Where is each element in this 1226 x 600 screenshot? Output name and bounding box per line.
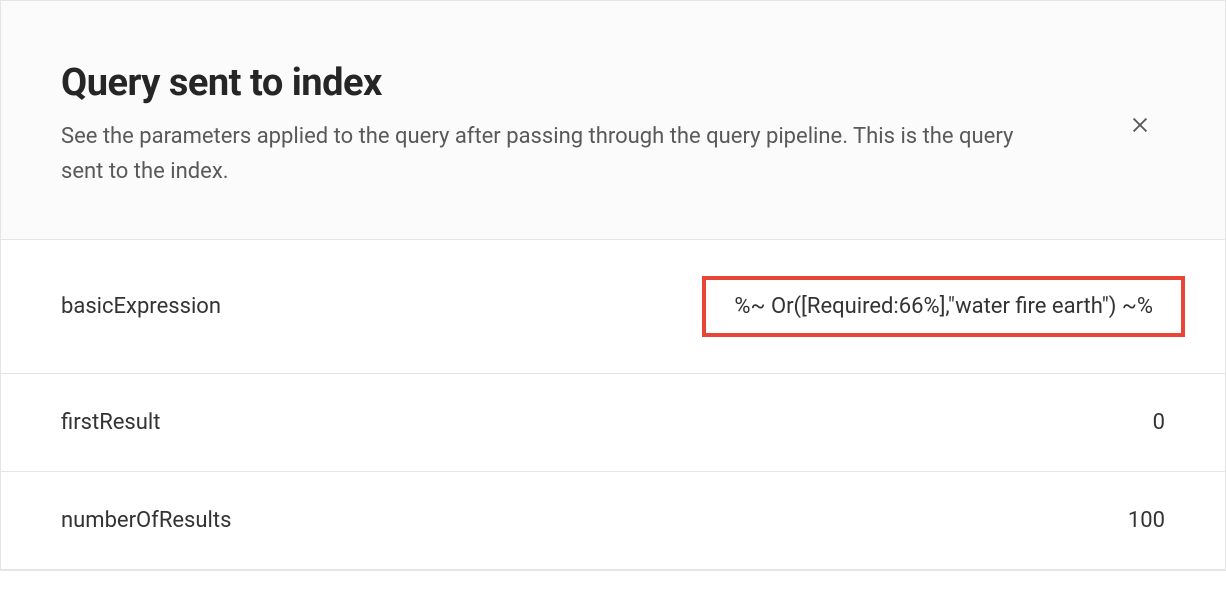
query-panel: Query sent to index See the parameters a… bbox=[0, 0, 1226, 571]
param-label: numberOfResults bbox=[61, 508, 231, 533]
close-icon bbox=[1129, 114, 1151, 139]
table-row: numberOfResults 100 bbox=[1, 471, 1225, 570]
close-button[interactable] bbox=[1125, 111, 1155, 141]
panel-title: Query sent to index bbox=[61, 61, 1165, 105]
panel-description: See the parameters applied to the query … bbox=[61, 119, 1021, 189]
parameter-rows: basicExpression %~ Or([Required:66%],"wa… bbox=[1, 239, 1225, 570]
table-row: basicExpression %~ Or([Required:66%],"wa… bbox=[1, 239, 1225, 373]
panel-header: Query sent to index See the parameters a… bbox=[1, 1, 1225, 239]
param-value: %~ Or([Required:66%],"water fire earth")… bbox=[734, 294, 1153, 319]
table-row: firstResult 0 bbox=[1, 373, 1225, 471]
param-value: 0 bbox=[1153, 410, 1165, 435]
highlighted-value: %~ Or([Required:66%],"water fire earth")… bbox=[702, 276, 1185, 337]
param-value: 100 bbox=[1128, 508, 1165, 533]
param-label: basicExpression bbox=[61, 294, 221, 319]
param-label: firstResult bbox=[61, 410, 160, 435]
